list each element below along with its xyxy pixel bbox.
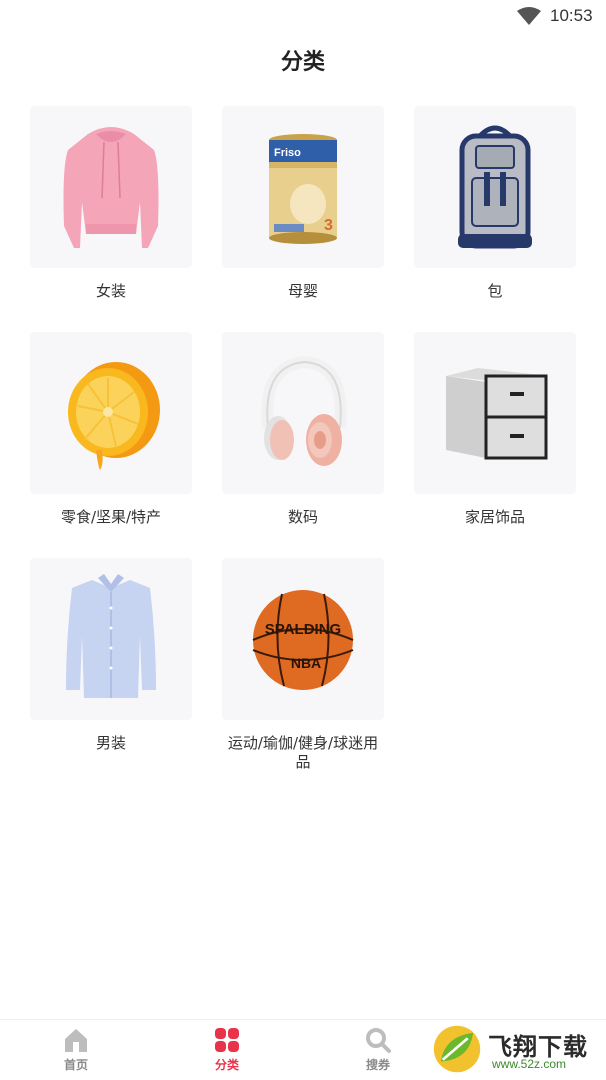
category-label: 母婴 bbox=[287, 282, 318, 300]
watermark: 飞翔下载 www.52z.com bbox=[430, 1021, 606, 1079]
category-label: 男装 bbox=[95, 734, 126, 752]
category-item-bags[interactable]: 包 bbox=[414, 106, 576, 301]
shirt-icon bbox=[66, 574, 156, 698]
category-item-digital[interactable]: 数码 bbox=[222, 332, 384, 527]
bottom-tab-bar: 首页 分类 搜券 飞翔下载 www.52z.com bbox=[0, 1019, 606, 1080]
category-label: 家居饰品 bbox=[464, 508, 525, 526]
category-item-women[interactable]: 女装 bbox=[30, 106, 192, 301]
category-thumb[interactable] bbox=[414, 106, 576, 268]
svg-text:3: 3 bbox=[324, 217, 333, 234]
search-icon bbox=[366, 1028, 391, 1053]
page-title: 分类 bbox=[280, 50, 325, 75]
category-thumb[interactable] bbox=[30, 106, 192, 268]
category-item-sports[interactable]: SPALDING NBA 运动/瑜伽/健身/球迷用品 bbox=[222, 558, 384, 772]
wifi-icon bbox=[517, 7, 541, 25]
category-label: 包 bbox=[487, 282, 503, 300]
formula-can-icon: Friso 3 bbox=[269, 134, 337, 244]
tab-category[interactable]: 分类 bbox=[187, 1026, 267, 1073]
tab-coupon-search[interactable]: 搜券 bbox=[338, 1026, 418, 1073]
category-item-men[interactable]: 男装 bbox=[30, 558, 192, 753]
category-thumb[interactable] bbox=[414, 332, 576, 494]
category-label: 数码 bbox=[287, 508, 318, 526]
basketball-league-text: NBA bbox=[291, 655, 321, 671]
leaf-logo-icon bbox=[433, 1025, 481, 1073]
category-label: 运动/瑜伽/健身/球迷用品 bbox=[227, 734, 379, 771]
basketball-icon: SPALDING NBA bbox=[252, 590, 354, 690]
headphones-icon bbox=[261, 355, 347, 466]
home-icon bbox=[65, 1029, 87, 1052]
watermark-url: www.52z.com bbox=[492, 1057, 567, 1071]
tab-home[interactable]: 首页 bbox=[36, 1026, 116, 1073]
category-thumb[interactable]: Friso 3 bbox=[222, 106, 384, 268]
status-bar: 10:53 bbox=[0, 0, 606, 34]
category-item-home[interactable]: 家居饰品 bbox=[414, 332, 576, 527]
tab-label: 搜券 bbox=[365, 1058, 390, 1072]
storage-box-icon bbox=[446, 368, 548, 460]
backpack-icon bbox=[458, 125, 532, 249]
hoodie-icon bbox=[63, 127, 159, 248]
clock: 10:53 bbox=[550, 6, 593, 25]
category-thumb[interactable] bbox=[30, 332, 192, 494]
category-item-baby[interactable]: Friso 3 母婴 bbox=[222, 106, 384, 301]
formula-brand-text: Friso bbox=[274, 147, 301, 159]
category-item-snacks[interactable]: 零食/坚果/特产 bbox=[30, 332, 192, 527]
basketball-brand-text: SPALDING bbox=[265, 621, 341, 638]
orange-icon bbox=[68, 362, 160, 470]
category-thumb[interactable] bbox=[222, 332, 384, 494]
category-label: 零食/坚果/特产 bbox=[60, 508, 162, 526]
tab-label: 首页 bbox=[63, 1058, 88, 1072]
category-thumb[interactable] bbox=[30, 558, 192, 720]
category-grid-icon bbox=[215, 1028, 239, 1052]
category-thumb[interactable]: SPALDING NBA bbox=[222, 558, 384, 720]
tab-label: 分类 bbox=[214, 1058, 239, 1072]
category-label: 女装 bbox=[95, 282, 126, 300]
